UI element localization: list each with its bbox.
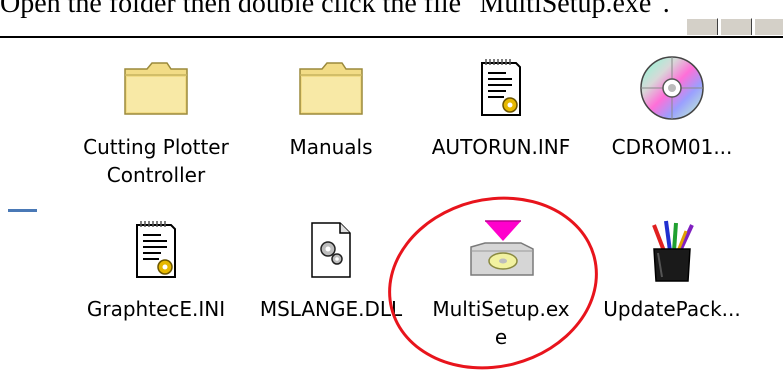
file-name: Manuals bbox=[289, 135, 373, 159]
dll-file-icon bbox=[271, 210, 391, 290]
instruction-text: Open the folder then double click the fi… bbox=[0, 0, 670, 19]
file-name: MSLANGE.DLL bbox=[259, 297, 403, 321]
file-name: AUTORUN.INF bbox=[431, 135, 571, 159]
close-button[interactable] bbox=[754, 18, 783, 35]
file-name: GraphtecE.INI bbox=[86, 297, 226, 321]
window-control-buttons bbox=[686, 18, 783, 36]
file-item-cutting-plotter-controller[interactable]: Cutting Plotter Controller bbox=[83, 48, 229, 198]
window-top-strip: Open the folder then double click the fi… bbox=[0, 0, 783, 38]
file-item-updatepack[interactable]: UpdatePack... bbox=[603, 210, 741, 360]
file-item-autorun-inf[interactable]: AUTORUN.INF bbox=[432, 48, 570, 198]
window-top-border bbox=[0, 36, 783, 38]
file-name: Cutting Plotter Controller bbox=[83, 135, 229, 187]
pencil-cup-icon bbox=[612, 210, 732, 290]
file-name: CDROM01... bbox=[611, 135, 733, 159]
settings-file-icon bbox=[441, 48, 561, 128]
file-item-manuals[interactable]: Manuals bbox=[271, 48, 391, 198]
file-name: UpdatePack... bbox=[603, 297, 741, 321]
highlight-circle bbox=[369, 174, 617, 391]
maximize-button[interactable] bbox=[720, 18, 752, 35]
folder-icon bbox=[96, 48, 216, 128]
cd-icon bbox=[612, 48, 732, 128]
selection-marker bbox=[8, 209, 37, 212]
file-item-cdrom01[interactable]: CDROM01... bbox=[612, 48, 732, 198]
file-item-mslange-dll[interactable]: MSLANGE.DLL bbox=[260, 210, 402, 360]
file-item-graphtece-ini[interactable]: GraphtecE.INI bbox=[87, 210, 225, 360]
folder-icon bbox=[271, 48, 391, 128]
minimize-button[interactable] bbox=[686, 18, 718, 35]
settings-file-icon bbox=[96, 210, 216, 290]
